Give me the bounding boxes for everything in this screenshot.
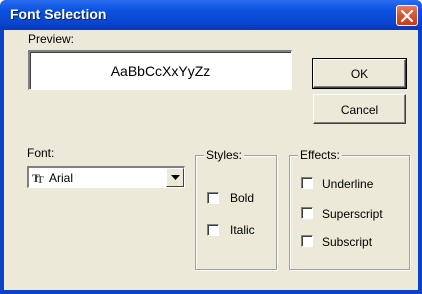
styles-group: Styles:	[195, 148, 277, 270]
dropdown-arrow-button[interactable]	[166, 168, 184, 187]
close-button[interactable]	[396, 5, 418, 26]
font-dropdown[interactable]: T T Arial	[27, 166, 185, 188]
close-icon	[401, 10, 413, 22]
subscript-checkbox[interactable]	[301, 235, 313, 247]
italic-checkbox[interactable]	[207, 224, 219, 236]
preview-label: Preview:	[28, 32, 75, 46]
font-selection-dialog: Font Selection Preview: AaBbCcXxYyZz OK …	[0, 0, 422, 294]
cancel-button[interactable]: Cancel	[313, 94, 406, 124]
superscript-checkbox[interactable]	[301, 207, 313, 219]
underline-label[interactable]: Underline	[322, 177, 373, 191]
subscript-label[interactable]: Subscript	[322, 235, 372, 249]
preview-sample-text: AaBbCcXxYyZz	[110, 63, 211, 79]
bold-label[interactable]: Bold	[230, 191, 254, 205]
ok-button[interactable]: OK	[312, 58, 407, 89]
chevron-down-icon	[171, 175, 180, 180]
window-title: Font Selection	[10, 6, 107, 22]
styles-group-title: Styles:	[204, 148, 245, 162]
effects-group-title: Effects:	[298, 148, 342, 162]
title-bar[interactable]: Font Selection	[0, 0, 422, 30]
italic-label[interactable]: Italic	[230, 223, 255, 237]
superscript-label[interactable]: Superscript	[322, 207, 383, 221]
font-label: Font:	[27, 146, 55, 160]
font-selected-value: Arial	[49, 171, 74, 185]
cancel-button-label: Cancel	[340, 103, 379, 117]
preview-box: AaBbCcXxYyZz	[28, 50, 292, 90]
underline-checkbox[interactable]	[301, 177, 313, 189]
ok-button-label: OK	[350, 67, 369, 81]
svg-text:T: T	[37, 175, 44, 184]
truetype-font-icon: T T	[32, 171, 44, 184]
bold-checkbox[interactable]	[207, 192, 219, 204]
